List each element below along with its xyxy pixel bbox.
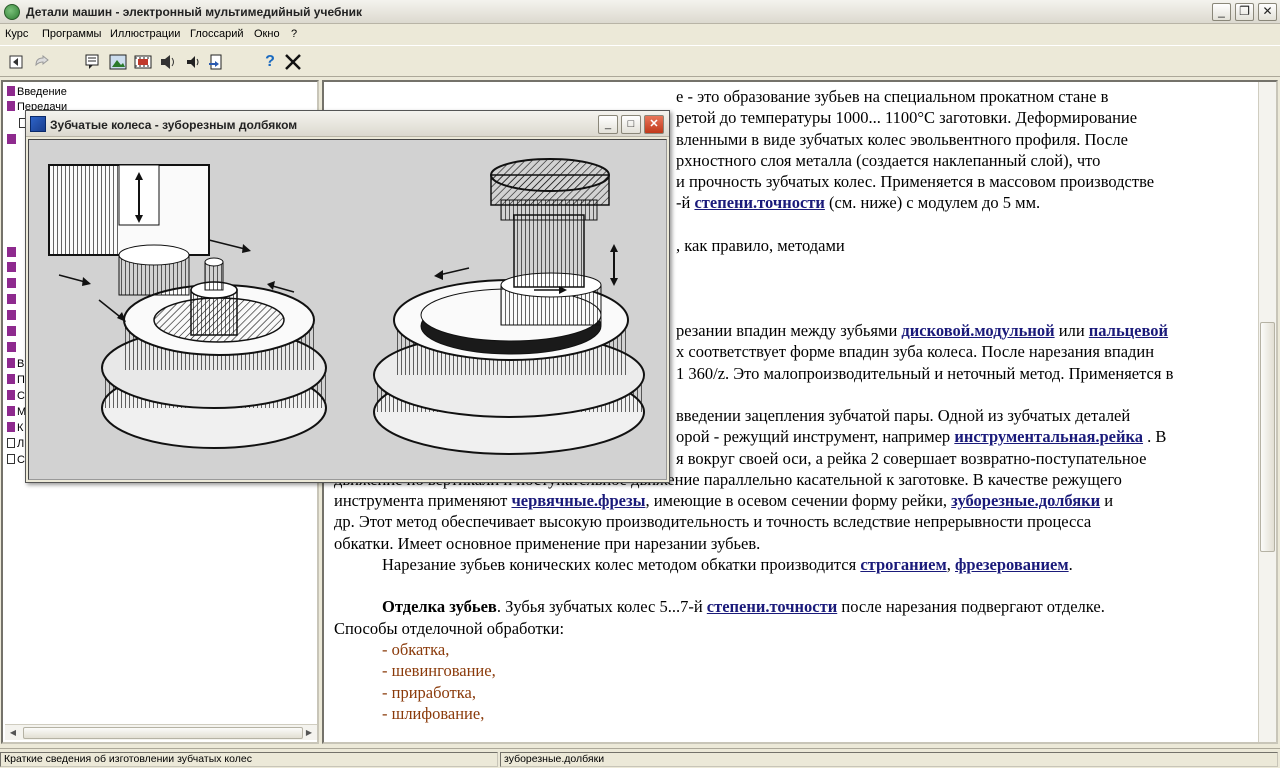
method-item: - шевингование, bbox=[382, 661, 496, 681]
text-line: е - это образование зубьев на специально… bbox=[676, 87, 1109, 106]
app-icon bbox=[4, 4, 20, 20]
text-line: др. Этот метод обеспечивает высокую прои… bbox=[334, 512, 1092, 532]
toolbar: ? bbox=[0, 45, 1280, 77]
text-line: Нарезание зубьев конических колес методо… bbox=[382, 555, 1073, 575]
popup-close-button[interactable]: ✕ bbox=[644, 115, 664, 134]
tree-item[interactable]: П bbox=[7, 374, 25, 386]
book-icon bbox=[7, 86, 15, 96]
movie-icon[interactable] bbox=[133, 52, 153, 72]
illustration-title: Зубчатые колеса - зуборезным долбяком bbox=[50, 118, 298, 132]
scroll-thumb[interactable] bbox=[23, 727, 303, 739]
book-icon bbox=[7, 342, 16, 352]
help-icon[interactable]: ? bbox=[260, 52, 280, 72]
link-milling[interactable]: фрезерованием bbox=[955, 555, 1069, 574]
tree-item[interactable]: Л bbox=[7, 438, 24, 450]
tree-item[interactable]: С bbox=[7, 390, 25, 402]
link-planing[interactable]: строганием bbox=[860, 555, 946, 574]
book-icon bbox=[7, 294, 16, 304]
book-icon bbox=[7, 406, 15, 416]
link-tool-rack[interactable]: инструментальная.рейка bbox=[954, 427, 1143, 446]
method-item: - обкатка, bbox=[382, 639, 450, 659]
scroll-right-icon[interactable]: ▶ bbox=[302, 727, 316, 739]
illustration-title-bar[interactable]: Зубчатые колеса - зуборезным долбяком _ … bbox=[26, 111, 669, 137]
book-icon bbox=[7, 358, 15, 368]
minimize-button[interactable]: _ bbox=[1212, 3, 1231, 21]
status-topic: Краткие сведения об изготовлении зубчаты… bbox=[0, 752, 498, 767]
book-icon bbox=[7, 422, 15, 432]
note-icon[interactable] bbox=[82, 52, 102, 72]
exit-icon[interactable] bbox=[283, 52, 303, 72]
tree-item[interactable]: К bbox=[7, 422, 23, 434]
sound-icon[interactable] bbox=[158, 52, 178, 72]
tree-item[interactable]: С bbox=[7, 454, 25, 466]
book-icon bbox=[7, 326, 16, 336]
back-icon[interactable] bbox=[6, 52, 26, 72]
book-icon bbox=[7, 278, 16, 288]
text-line: обкатки. Имеет основное применение при н… bbox=[334, 533, 761, 553]
left-gear-assembly bbox=[48, 164, 327, 449]
sound-wave-icon[interactable] bbox=[183, 52, 203, 72]
book-icon bbox=[7, 262, 16, 272]
menu-glossary[interactable]: Глоссарий bbox=[190, 28, 244, 40]
popup-minimize-button[interactable]: _ bbox=[598, 115, 618, 134]
right-gear-assembly bbox=[373, 158, 645, 455]
menu-programs[interactable]: Программы bbox=[42, 28, 101, 40]
vertical-scrollbar[interactable] bbox=[1258, 82, 1276, 742]
page-icon bbox=[7, 438, 15, 448]
tree-item[interactable]: В bbox=[7, 358, 24, 370]
horizontal-scrollbar[interactable]: ◀ ▶ bbox=[5, 724, 317, 740]
forward-icon[interactable] bbox=[32, 52, 52, 72]
status-bar: Краткие сведения об изготовлении зубчаты… bbox=[0, 748, 1280, 768]
book-icon bbox=[7, 247, 16, 257]
scroll-left-icon[interactable]: ◀ bbox=[6, 727, 20, 739]
link-finger-cutter[interactable]: пальцевой bbox=[1089, 321, 1168, 340]
link-disk-cutter[interactable]: дисковой.модульной bbox=[901, 321, 1054, 340]
tree-item[interactable]: М bbox=[7, 406, 26, 418]
link-accuracy-degree[interactable]: степени.точности bbox=[694, 193, 824, 212]
image-icon[interactable] bbox=[108, 52, 128, 72]
tree-item-introduction[interactable]: Введение bbox=[7, 86, 67, 98]
close-button[interactable]: ✕ bbox=[1258, 3, 1277, 21]
book-icon bbox=[7, 374, 15, 384]
menu-help[interactable]: ? bbox=[291, 28, 297, 40]
text-line: инструмента применяют червячные.фрезы, и… bbox=[334, 491, 1114, 511]
window-title: Детали машин - электронный мультимедийны… bbox=[26, 5, 363, 19]
menu-bar: Курс Программы Иллюстрации Глоссарий Окн… bbox=[0, 25, 1280, 44]
link-gear-shapers[interactable]: зуборезные.долбяки bbox=[951, 491, 1100, 510]
window-icon bbox=[30, 116, 46, 132]
book-icon bbox=[7, 310, 16, 320]
export-icon[interactable] bbox=[206, 52, 226, 72]
finish-heading: Отделка зубьев bbox=[382, 597, 497, 617]
text-line: Отделка зубьев. Зубья зубчатых колес 5..… bbox=[382, 597, 1105, 617]
popup-maximize-button[interactable]: □ bbox=[621, 115, 641, 134]
link-worm-cutters[interactable]: червячные.фрезы bbox=[511, 491, 645, 510]
page-icon bbox=[7, 454, 15, 464]
menu-illustrations[interactable]: Иллюстрации bbox=[110, 28, 180, 40]
text-line: Способы отделочной обработки: bbox=[334, 618, 565, 638]
status-link: зуборезные.долбяки bbox=[500, 752, 1278, 767]
method-item: - приработка, bbox=[382, 682, 476, 702]
scroll-thumb[interactable] bbox=[1260, 322, 1275, 552]
book-icon bbox=[7, 101, 15, 111]
menu-course[interactable]: Курс bbox=[5, 28, 28, 40]
illustration-window[interactable]: Зубчатые колеса - зуборезным долбяком _ … bbox=[25, 110, 670, 483]
maximize-button[interactable]: ❐ bbox=[1235, 3, 1254, 21]
gear-shaping-illustration bbox=[28, 139, 667, 480]
title-bar: Детали машин - электронный мультимедийны… bbox=[0, 0, 1280, 24]
menu-window[interactable]: Окно bbox=[254, 28, 280, 40]
method-item: - шлифование, bbox=[382, 703, 485, 723]
link-accuracy-degree-2[interactable]: степени.точности bbox=[707, 597, 837, 616]
book-icon bbox=[7, 134, 16, 144]
book-icon bbox=[7, 390, 15, 400]
